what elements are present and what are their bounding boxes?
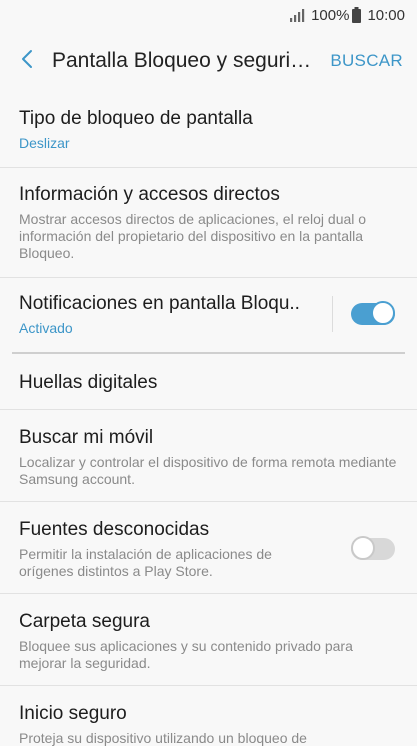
settings-list: Tipo de bloqueo de pantalla Deslizar Inf… bbox=[0, 92, 417, 746]
list-item-lockscreen-notifications[interactable]: Notificaciones en pantalla Bloqu.. Activ… bbox=[12, 278, 405, 354]
status-bar: 100% 10:00 bbox=[0, 0, 417, 30]
back-button[interactable] bbox=[2, 30, 52, 92]
unknown-sources-toggle[interactable] bbox=[351, 536, 395, 560]
list-item-secure-startup[interactable]: Inicio seguro Proteja su dispositivo uti… bbox=[0, 686, 417, 746]
notifications-toggle[interactable] bbox=[351, 301, 395, 325]
item-subtitle: Deslizar bbox=[19, 135, 70, 151]
item-title: Carpeta segura bbox=[19, 611, 150, 632]
list-item-fingerprints[interactable]: Huellas digitales bbox=[0, 354, 417, 410]
item-title: Huellas digitales bbox=[19, 372, 158, 393]
item-subtitle: Bloquee sus aplicaciones y su contenido … bbox=[19, 638, 353, 671]
chevron-left-icon bbox=[20, 48, 34, 75]
item-title: Notificaciones en pantalla Bloqu.. bbox=[19, 293, 300, 314]
item-title: Información y accesos directos bbox=[19, 184, 280, 205]
list-item-secure-folder[interactable]: Carpeta segura Bloquee sus aplicaciones … bbox=[0, 594, 417, 686]
app-header: Pantalla Bloqueo y segurid... BUSCAR bbox=[0, 30, 417, 92]
item-subtitle: Proteja su dispositivo utilizando un blo… bbox=[19, 730, 307, 746]
item-subtitle: Activado bbox=[19, 320, 73, 336]
search-button[interactable]: BUSCAR bbox=[330, 30, 403, 92]
list-item-find-my-mobile[interactable]: Buscar mi móvil Localizar y controlar el… bbox=[0, 410, 417, 502]
clock: 10:00 bbox=[367, 6, 405, 24]
list-item-info-shortcuts[interactable]: Información y accesos directos Mostrar a… bbox=[0, 168, 417, 278]
signal-icon bbox=[289, 8, 305, 22]
battery-percent: 100% bbox=[311, 6, 350, 24]
battery-icon bbox=[352, 7, 362, 23]
item-title: Fuentes desconocidas bbox=[19, 519, 210, 540]
item-title: Buscar mi móvil bbox=[19, 427, 154, 448]
item-title: Tipo de bloqueo de pantalla bbox=[19, 108, 253, 129]
page-title: Pantalla Bloqueo y segurid... bbox=[52, 49, 318, 72]
item-title: Inicio seguro bbox=[19, 703, 127, 724]
item-subtitle: Localizar y controlar el dispositivo de … bbox=[19, 454, 397, 487]
item-subtitle: Permitir la instalación de aplicaciones … bbox=[19, 546, 272, 579]
vertical-divider bbox=[332, 296, 333, 332]
item-subtitle: Mostrar accesos directos de aplicaciones… bbox=[19, 211, 367, 261]
list-item-unknown-sources[interactable]: Fuentes desconocidas Permitir la instala… bbox=[0, 502, 417, 594]
list-item-lock-type[interactable]: Tipo de bloqueo de pantalla Deslizar bbox=[0, 92, 417, 168]
